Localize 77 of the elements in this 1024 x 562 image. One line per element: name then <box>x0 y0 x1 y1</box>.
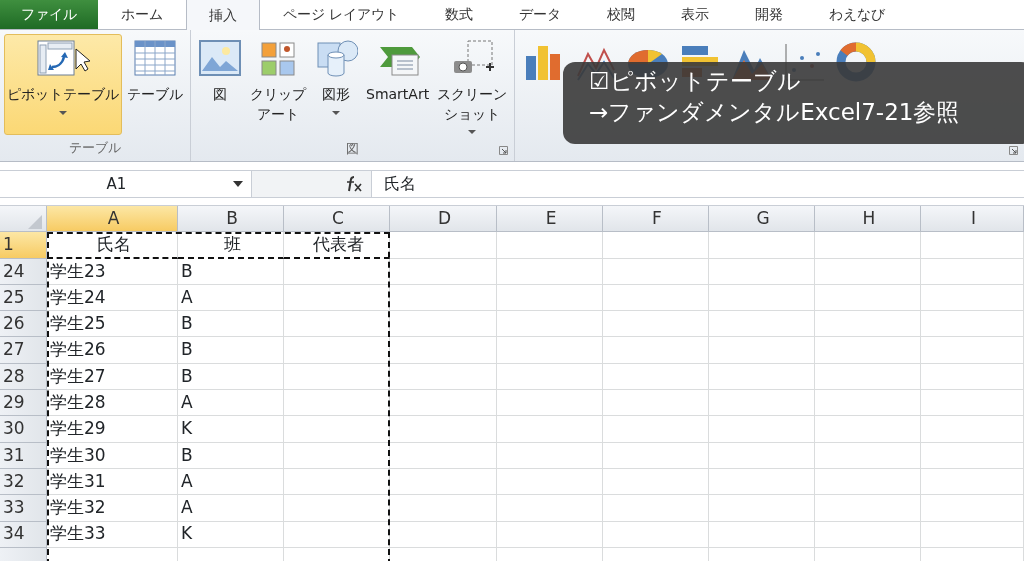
ribbon-button[interactable]: クリップ アート <box>247 34 309 138</box>
formula-field[interactable]: 氏名 <box>372 172 416 196</box>
table-cell: 学生31 <box>47 468 178 496</box>
table-cell: B <box>178 258 284 285</box>
caption-overlay: ☑ピボットテーブル →ファンダメンタルExcel7-21参照 <box>563 62 1024 144</box>
picture-icon <box>198 37 242 79</box>
ribbon-button[interactable]: スクリーン ショット <box>434 34 511 138</box>
table-cell: 学生32 <box>47 495 178 522</box>
table-cell: 学生29 <box>47 416 178 443</box>
ribbon-tab[interactable]: 表示 <box>658 0 733 29</box>
row-header[interactable]: 24 <box>0 258 47 285</box>
table-cell: 代表者 <box>284 232 390 259</box>
table-cell: K <box>178 416 284 443</box>
ribbon-tab[interactable]: 校閲 <box>584 0 659 29</box>
column-header[interactable]: C <box>284 206 390 233</box>
table-cell: A <box>178 390 284 417</box>
row-header[interactable]: 30 <box>0 416 47 443</box>
table-cell: 学生26 <box>47 337 178 364</box>
table-cell: 学生27 <box>47 363 178 391</box>
corner-triangle-icon <box>27 214 42 229</box>
row-header[interactable]: 34 <box>0 521 47 548</box>
ribbon-tab[interactable]: ホーム <box>98 0 186 29</box>
table-cell: A <box>178 284 284 312</box>
row-header[interactable]: 25 <box>0 284 47 312</box>
ribbon-tab[interactable]: わえなび <box>806 0 909 29</box>
column-header[interactable]: B <box>178 206 284 233</box>
ribbon-button[interactable]: 図形 <box>311 34 361 138</box>
row-header[interactable]: 26 <box>0 311 47 338</box>
ribbon-tab[interactable]: 挿入 <box>186 0 260 30</box>
column-header[interactable]: I <box>921 206 1024 233</box>
row-header[interactable]: 28 <box>0 363 47 391</box>
column-header[interactable]: D <box>390 206 497 233</box>
file-tab[interactable]: ファイル <box>0 0 98 29</box>
row-header[interactable]: 33 <box>0 495 47 522</box>
function-icon[interactable] <box>345 176 363 192</box>
table-cell: 学生24 <box>47 284 178 312</box>
group-label: 図 <box>346 140 360 159</box>
ribbon-button[interactable]: SmartArt <box>363 34 433 138</box>
table-cell: B <box>178 442 284 469</box>
pivot-table-icon <box>34 37 92 79</box>
dropdown-icon[interactable] <box>233 181 243 187</box>
table-cell: B <box>178 363 284 391</box>
column-header[interactable]: A <box>47 206 178 233</box>
ribbon-button[interactable]: テーブル <box>124 34 186 135</box>
dialog-launcher-icon[interactable] <box>499 146 509 155</box>
ribbon-button[interactable]: ピボットテーブル <box>4 34 122 135</box>
row-header[interactable]: 31 <box>0 442 47 469</box>
name-box[interactable]: A1 <box>0 172 233 196</box>
table-cell: 班 <box>178 232 284 259</box>
ribbon-tab[interactable]: ページ レイアウト <box>260 0 423 29</box>
ribbon-tab[interactable]: データ <box>496 0 585 29</box>
table-cell: 学生28 <box>47 390 178 417</box>
table-cell: 学生25 <box>47 311 178 338</box>
table-icon <box>133 37 177 79</box>
row-header[interactable]: 27 <box>0 337 47 364</box>
dialog-launcher-icon[interactable] <box>1009 146 1018 155</box>
table-cell: B <box>178 337 284 364</box>
group-label: テーブル <box>69 139 121 158</box>
column-header[interactable]: G <box>709 206 815 233</box>
table-cell: A <box>178 495 284 522</box>
row-header[interactable]: 29 <box>0 390 47 417</box>
table-cell: 学生30 <box>47 442 178 469</box>
table-cell: 氏名 <box>47 232 178 259</box>
table-cell: K <box>178 521 284 548</box>
row-header[interactable]: 32 <box>0 468 47 496</box>
ribbon-button[interactable]: 図 <box>195 34 245 138</box>
shapes-icon <box>314 37 358 79</box>
table-cell: A <box>178 468 284 496</box>
ribbon-tab[interactable]: 開発 <box>732 0 807 29</box>
row-header[interactable]: 1 <box>0 232 47 259</box>
table-cell: 学生23 <box>47 258 178 285</box>
column-header[interactable]: E <box>497 206 603 233</box>
ribbon-tab[interactable]: 数式 <box>422 0 497 29</box>
table-cell: B <box>178 311 284 338</box>
column-header[interactable]: H <box>815 206 921 233</box>
column-header[interactable]: F <box>603 206 709 233</box>
table-cell: 学生33 <box>47 521 178 548</box>
